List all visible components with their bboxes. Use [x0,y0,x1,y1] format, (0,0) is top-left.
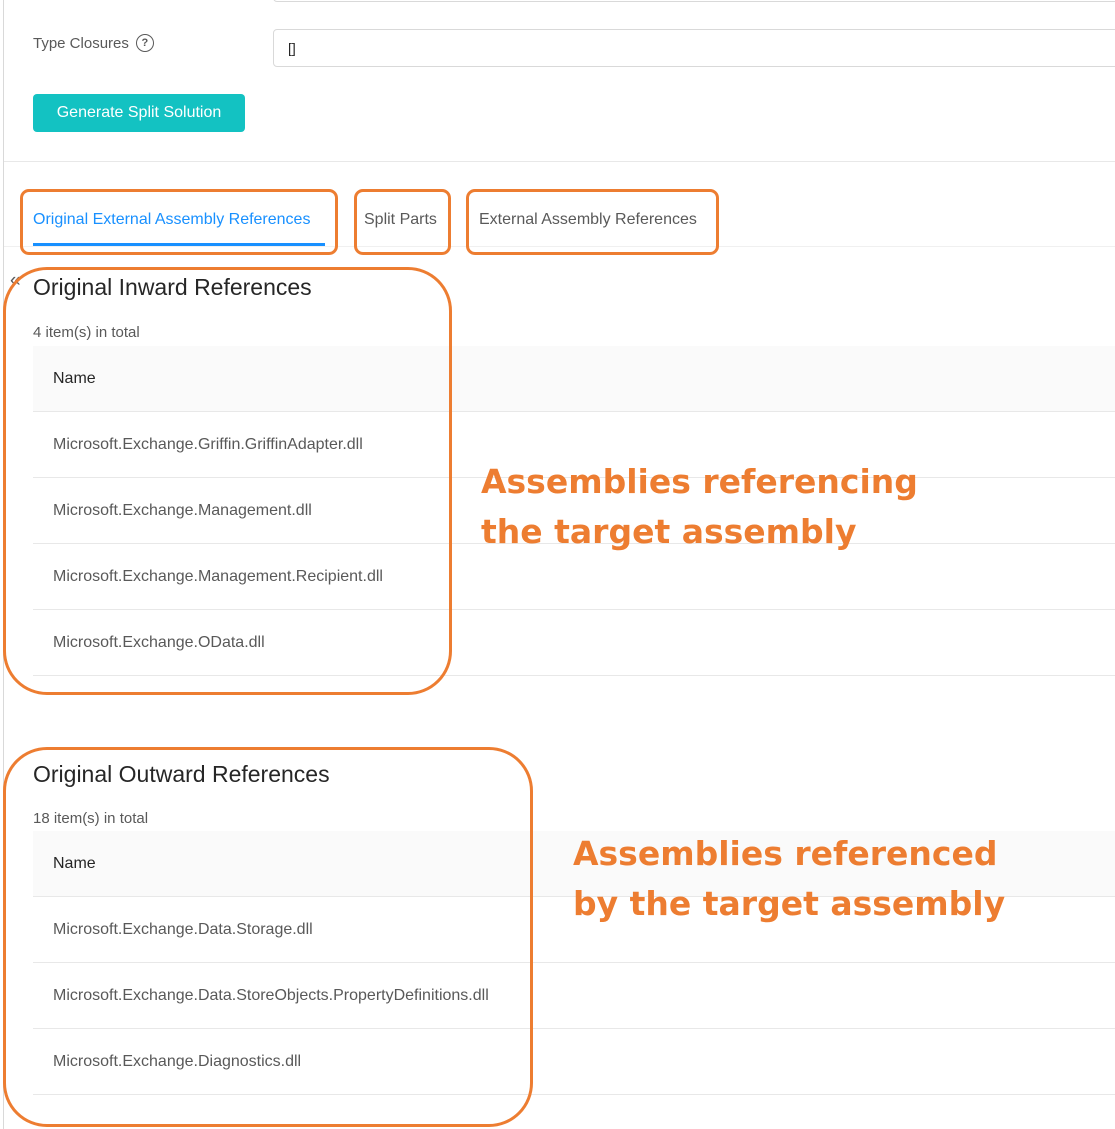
section-divider [4,161,1115,162]
annotation-inward-text: Assemblies referencing the target assemb… [481,457,918,557]
type-closures-input[interactable] [273,29,1115,67]
generate-split-solution-button[interactable]: Generate Split Solution [33,94,245,132]
annotation-outward-line-2: by the target assembly [573,884,1006,923]
question-circle-icon[interactable]: ? [135,34,154,52]
annotation-box-tab-external [466,189,719,255]
page: Type Closures ? Generate Split Solution … [0,0,1115,1129]
annotation-outward-line-1: Assemblies referenced [573,834,998,873]
type-closures-label: Type Closures ? [33,34,154,52]
annotation-outward-text: Assemblies referenced by the target asse… [573,829,1005,929]
annotation-box-tab-original [20,189,338,255]
annotation-box-tab-split-parts [354,189,451,255]
annotation-box-outward [3,747,533,1127]
annotation-box-inward [3,267,452,695]
annotation-inward-line-1: Assemblies referencing [481,462,918,501]
type-closures-label-text: Type Closures [33,34,129,52]
annotation-inward-line-2: the target assembly [481,512,857,551]
previous-field-input[interactable] [273,0,1115,2]
